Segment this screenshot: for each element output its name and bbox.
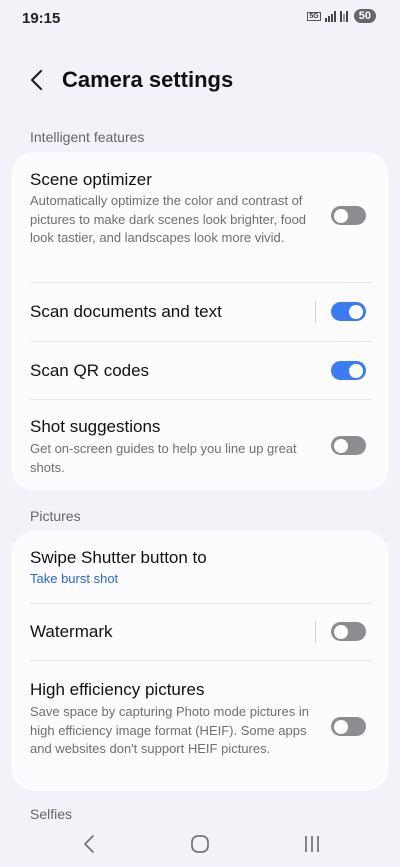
nav-home-button[interactable] xyxy=(188,832,212,856)
battery-level: 50 xyxy=(353,9,376,23)
nav-back-icon xyxy=(84,835,94,853)
shot-suggestions-toggle[interactable] xyxy=(331,436,366,455)
setting-description: Automatically optimize the color and con… xyxy=(30,193,307,245)
toggle-knob xyxy=(334,719,348,734)
vertical-separator xyxy=(315,301,316,323)
section-label-pictures: Pictures xyxy=(30,508,81,524)
setting-row-scan-documents[interactable]: Scan documents and text xyxy=(11,283,389,341)
nav-home-icon xyxy=(191,835,209,853)
setting-row-scene-optimizer[interactable]: Scene optimizer Automatically optimize t… xyxy=(11,152,389,282)
setting-title: Shot suggestions xyxy=(30,417,161,436)
toggle-knob xyxy=(349,363,363,378)
setting-row-watermark[interactable]: Watermark xyxy=(11,604,389,660)
network-type-badge: 5G xyxy=(307,11,321,21)
status-icons: 5G 50 xyxy=(307,9,376,23)
navigation-bar xyxy=(0,820,400,867)
watermark-toggle[interactable] xyxy=(331,622,366,641)
setting-title: Swipe Shutter button to xyxy=(30,548,207,567)
nav-recents-icon xyxy=(305,836,319,852)
setting-title: Scan QR codes xyxy=(30,361,150,380)
setting-title: Watermark xyxy=(30,622,113,641)
page-title: Camera settings xyxy=(62,67,234,92)
toggle-knob xyxy=(349,304,363,319)
pictures-card: Swipe Shutter button to Take burst shot … xyxy=(11,531,389,791)
setting-row-scan-qr[interactable]: Scan QR codes xyxy=(11,342,389,399)
toggle-knob xyxy=(334,438,348,453)
setting-row-swipe-shutter[interactable]: Swipe Shutter button to Take burst shot xyxy=(11,531,389,603)
intelligent-features-card: Scene optimizer Automatically optimize t… xyxy=(11,152,389,491)
scan-qr-toggle[interactable] xyxy=(331,361,366,380)
setting-value: Take burst shot xyxy=(30,571,119,586)
nav-recents-button[interactable] xyxy=(300,832,324,856)
back-button[interactable] xyxy=(24,66,52,94)
vertical-separator xyxy=(315,621,316,643)
page-header: Camera settings xyxy=(0,58,400,102)
signal-strength-icon xyxy=(324,10,336,22)
section-label-intelligent-features: Intelligent features xyxy=(30,129,145,145)
toggle-knob xyxy=(334,624,348,639)
status-time: 19:15 xyxy=(22,10,61,27)
setting-title: Scene optimizer xyxy=(30,170,152,189)
nav-back-button[interactable] xyxy=(78,832,102,856)
scan-documents-toggle[interactable] xyxy=(331,302,366,321)
setting-row-shot-suggestions[interactable]: Shot suggestions Get on-screen guides to… xyxy=(11,400,389,491)
toggle-knob xyxy=(334,208,348,223)
status-bar: 19:15 5G 50 xyxy=(0,0,400,36)
scene-optimizer-toggle[interactable] xyxy=(331,206,366,225)
setting-title: High efficiency pictures xyxy=(30,680,205,699)
chevron-left-icon xyxy=(30,69,43,91)
setting-row-high-efficiency[interactable]: High efficiency pictures Save space by c… xyxy=(11,661,389,791)
setting-description: Get on-screen guides to help you line up… xyxy=(30,441,297,475)
setting-title: Scan documents and text xyxy=(30,302,222,321)
signal-strength-2-icon xyxy=(339,10,348,22)
setting-description: Save space by capturing Photo mode pictu… xyxy=(30,704,309,756)
high-efficiency-toggle[interactable] xyxy=(331,717,366,736)
